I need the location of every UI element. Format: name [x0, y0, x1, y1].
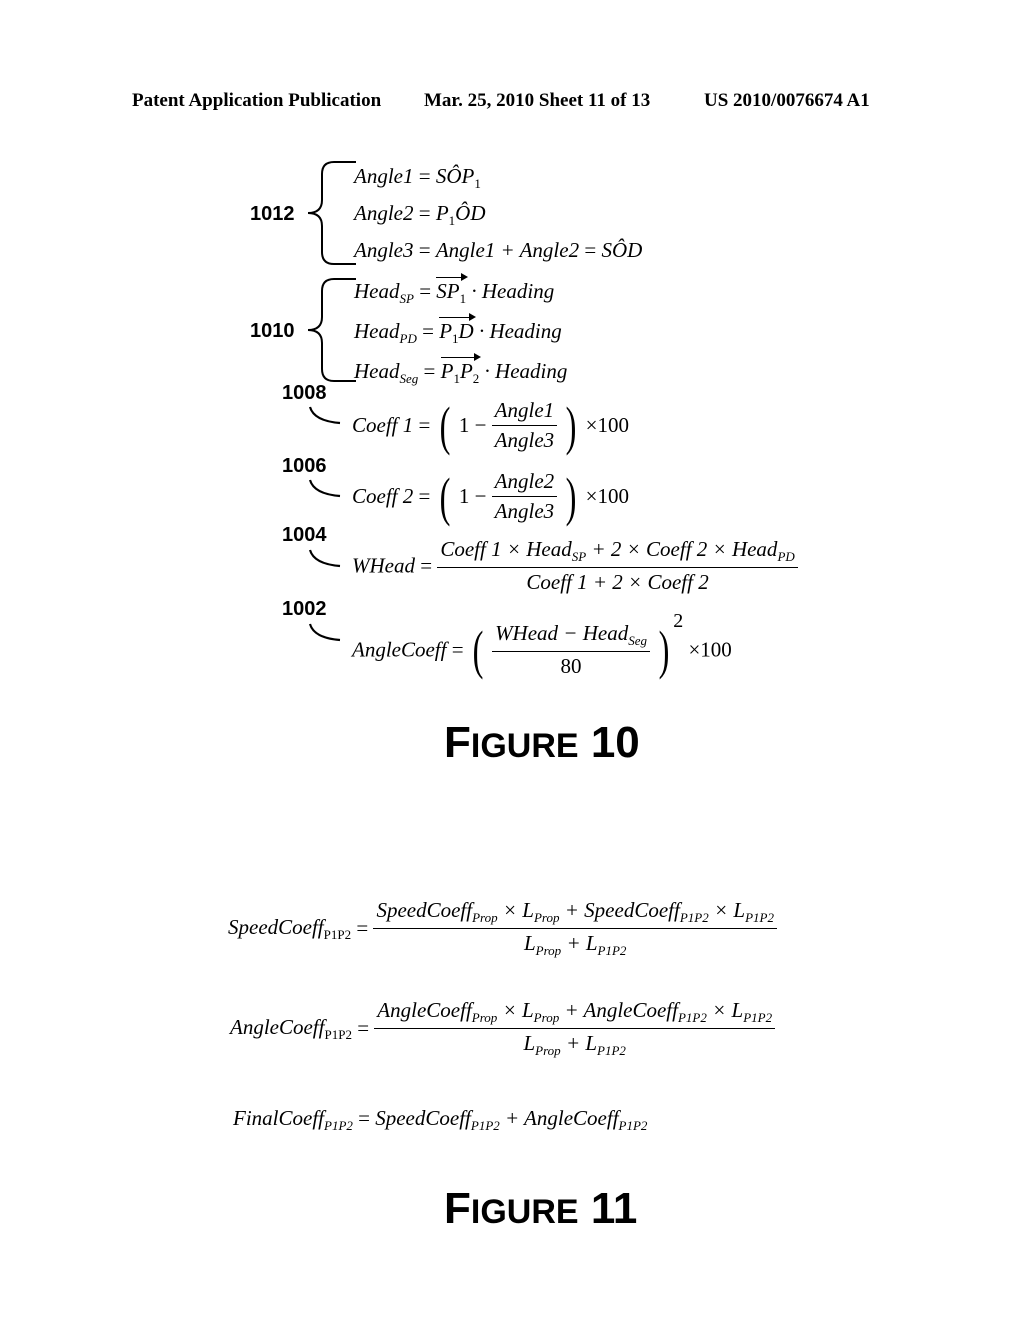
patent-number: US 2010/0076674 A1 [704, 90, 870, 111]
publication-label: Patent Application Publication [132, 90, 382, 111]
ref-1004: 1004 [282, 524, 327, 546]
equation-anglecoeff-p1p2: AngleCoeffP1P2 = AngleCoeffProp × LProp … [230, 998, 776, 1059]
leader-1008 [308, 406, 341, 425]
ref-1002: 1002 [282, 598, 327, 620]
brace-1012 [307, 161, 356, 265]
equation-wheaded: WHead = Coeff 1 × HeadSP + 2 × Coeff 2 ×… [352, 537, 798, 595]
equation-angle1: Angle1 = SÔP1 [354, 164, 481, 191]
equation-speedcoeff: SpeedCoeffP1P2 = SpeedCoeffProp × LProp … [228, 898, 777, 959]
figure-10-caption: FIGURE 10 [444, 718, 640, 767]
equation-anglecoeff: AngleCoeff = ( WHead − HeadSeg 80 ) 2 ×10… [352, 610, 732, 681]
leader-1002 [308, 623, 341, 642]
equation-finalcoeff: FinalCoeffP1P2 = SpeedCoeffP1P2 + AngleC… [233, 1106, 648, 1133]
ref-1008: 1008 [282, 382, 327, 404]
equation-coeff2: Coeff 2 = ( 1 − Angle2 Angle3 ) ×100 [352, 466, 629, 527]
ref-1006: 1006 [282, 455, 327, 477]
ref-1012: 1012 [250, 203, 295, 225]
equation-angle2: Angle2 = P1ÔD [354, 201, 486, 228]
equation-head-pd: HeadPD = P1D · Heading [354, 313, 562, 346]
ref-1010: 1010 [250, 320, 295, 342]
date-sheet: Mar. 25, 2010 Sheet 11 of 13 [424, 90, 651, 111]
leader-1004 [308, 549, 341, 568]
equation-head-sp: HeadSP = SP1 · Heading [354, 273, 555, 306]
leader-1006 [308, 479, 341, 498]
equation-angle3: Angle3 = Angle1 + Angle2 = SÔD [354, 238, 643, 262]
equation-head-seg: HeadSeg = P1P2 · Heading [354, 353, 568, 386]
figure-11-caption: FIGURE 11 [444, 1184, 638, 1233]
equation-coeff1: Coeff 1 = ( 1 − Angle1 Angle3 ) ×100 [352, 395, 629, 456]
brace-1010 [307, 278, 356, 382]
